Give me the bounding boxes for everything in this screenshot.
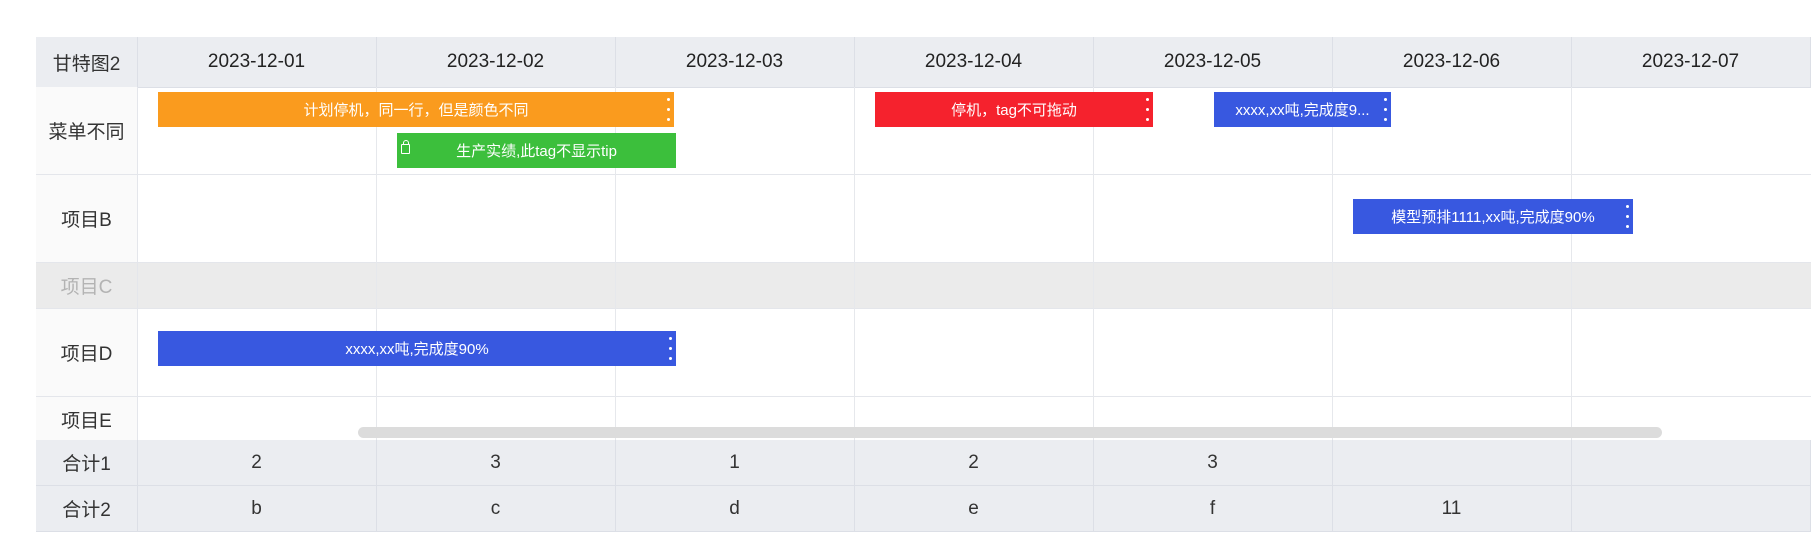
summary-cell — [1571, 486, 1811, 531]
summary-cell: 1 — [615, 440, 855, 485]
bag-icon — [401, 140, 410, 154]
bar-label: xxxx,xx吨,完成度90% — [345, 341, 489, 358]
row-label: 项目D — [36, 309, 138, 396]
row-label: 项目C — [36, 263, 138, 308]
date-header: 2023-12-02 — [376, 37, 616, 87]
summary-cell — [1332, 440, 1572, 485]
bar-label: 计划停机，同一行，但是颜色不同 — [303, 102, 529, 119]
summary-row: 合计2 b c d e f 11 — [36, 486, 1811, 532]
gantt-header: 甘特图2 2023-12-01 2023-12-02 2023-12-03 20… — [36, 37, 1811, 88]
summary-cell: c — [376, 486, 616, 531]
summary-cell: 2 — [137, 440, 377, 485]
row-label: 项目B — [36, 175, 138, 262]
date-header: 2023-12-01 — [137, 37, 377, 87]
more-vertical-icon[interactable] — [1383, 98, 1387, 121]
summary-cell: f — [1093, 486, 1333, 531]
date-header: 2023-12-07 — [1571, 37, 1811, 87]
horizontal-scrollbar[interactable] — [358, 427, 1662, 438]
row-label: 菜单不同 — [36, 87, 138, 174]
gantt-title: 甘特图2 — [36, 37, 138, 87]
gantt-chart: 甘特图2 2023-12-01 2023-12-02 2023-12-03 20… — [36, 37, 1811, 532]
summary-cell: 11 — [1332, 486, 1572, 531]
date-header: 2023-12-06 — [1332, 37, 1572, 87]
summary-cell: b — [137, 486, 377, 531]
summary-cell: 3 — [376, 440, 616, 485]
date-header: 2023-12-05 — [1093, 37, 1333, 87]
summary-cell: 3 — [1093, 440, 1333, 485]
more-vertical-icon[interactable] — [666, 98, 670, 121]
gantt-bar[interactable]: 模型预排1111,xx吨,完成度90% — [1353, 199, 1633, 234]
grid-line — [1332, 87, 1333, 477]
bar-label: 模型预排1111,xx吨,完成度90% — [1391, 209, 1595, 226]
date-header: 2023-12-03 — [615, 37, 855, 87]
gantt-row-disabled: 项目C — [36, 263, 1811, 309]
summary-label: 合计1 — [36, 440, 138, 485]
gantt-bar[interactable]: xxxx,xx吨,完成度90% — [158, 331, 676, 366]
date-header: 2023-12-04 — [854, 37, 1094, 87]
summary-cell: e — [854, 486, 1094, 531]
gantt-bar[interactable]: 生产实绩,此tag不显示tip — [397, 133, 676, 168]
grid-line — [376, 87, 377, 477]
grid-line — [1571, 87, 1572, 477]
grid-line — [854, 87, 855, 477]
more-vertical-icon[interactable] — [1625, 205, 1629, 228]
more-vertical-icon[interactable] — [1145, 98, 1149, 121]
summary-label: 合计2 — [36, 486, 138, 531]
summary-cell: d — [615, 486, 855, 531]
gantt-bar[interactable]: xxxx,xx吨,完成度9... — [1214, 92, 1391, 127]
bar-label: 停机，tag不可拖动 — [951, 102, 1077, 119]
summary-row: 合计1 2 3 1 2 3 — [36, 440, 1811, 486]
bar-label: xxxx,xx吨,完成度9... — [1235, 102, 1370, 119]
summary-cell: 2 — [854, 440, 1094, 485]
row-label: 项目E — [36, 397, 138, 441]
grid-line — [1093, 87, 1094, 477]
gantt-bar: 停机，tag不可拖动 — [875, 92, 1153, 127]
gantt-bar[interactable]: 计划停机，同一行，但是颜色不同 — [158, 92, 674, 127]
more-vertical-icon[interactable] — [668, 337, 672, 360]
bar-label: 生产实绩,此tag不显示tip — [456, 143, 617, 160]
summary-cell — [1571, 440, 1811, 485]
